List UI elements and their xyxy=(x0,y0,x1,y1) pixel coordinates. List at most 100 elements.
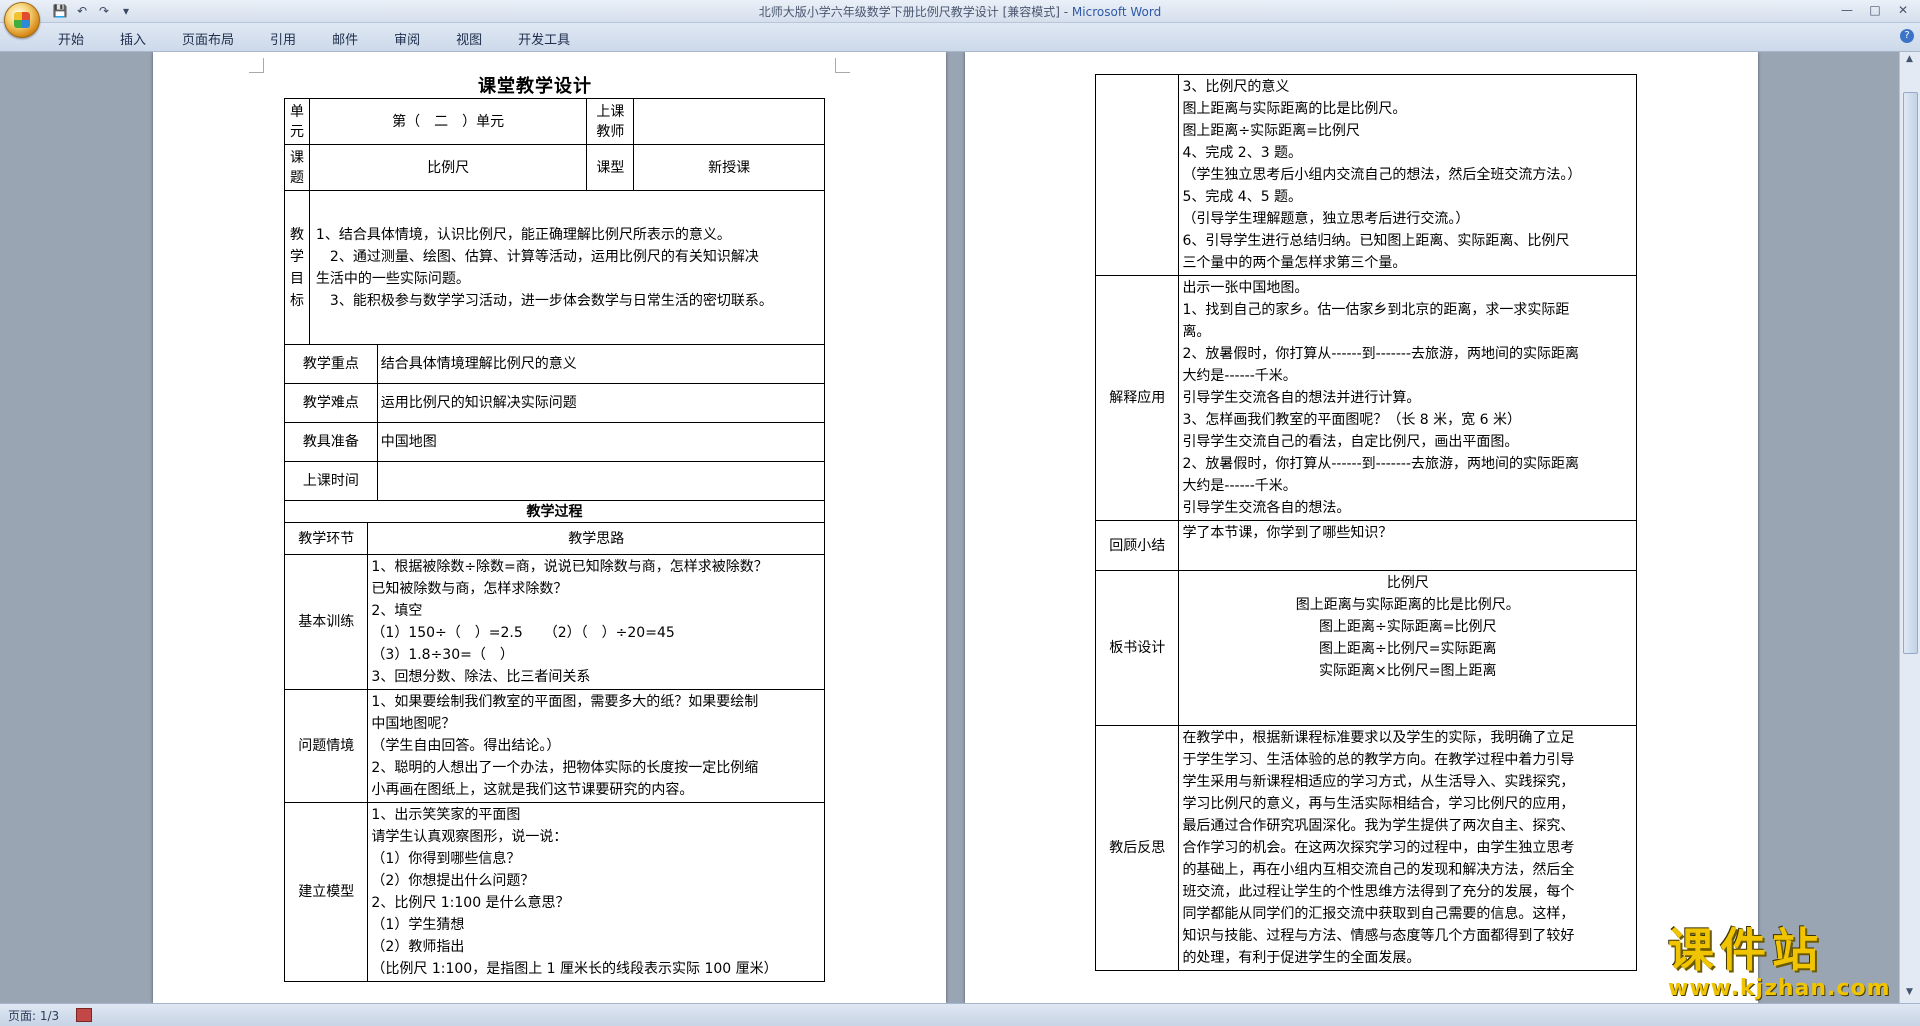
doc-title: 课堂教学设计 xyxy=(478,76,592,97)
difficulty-label: 教学难点 xyxy=(284,383,378,423)
stage-content: 1、根据被除数÷除数=商，说说已知除数与商，怎样求被除数？ 已知被除数与商，怎样… xyxy=(367,554,825,690)
tab-home[interactable]: 开始 xyxy=(58,29,84,48)
content-line: 3、怎样画我们教室的平面图呢？（长 8 米，宽 6 米） xyxy=(1182,412,1521,428)
goal-text: 1、结合具体情境，认识比例尺，能正确理解比例尺所表示的意义。 2、通过测量、绘图… xyxy=(308,190,826,345)
stage-content: 1、出示笑笑家的平面图 请学生认真观察图形，说一说： （1）你得到哪些信息？ （… xyxy=(367,802,825,982)
col-idea-header: 教学思路 xyxy=(367,522,825,555)
content-line: 最后通过合作研究巩固深化。我为学生提供了两次自主、探究、 xyxy=(1182,818,1575,834)
lesson-info-table: 单元 第（ 二 ）单元 上课教师 课题 比例尺 课型 新授课 教学目标 1、结合… xyxy=(284,98,826,501)
tab-review[interactable]: 审阅 xyxy=(394,29,420,48)
scroll-down-icon[interactable]: ▼ xyxy=(1902,987,1917,1001)
margin-mark xyxy=(249,58,264,73)
content-line: 2、填空 xyxy=(371,603,423,619)
logo-url: www.kjzhan.com xyxy=(1668,976,1891,1001)
content-line: 小再画在图纸上，这就是我们这节课要研究的内容。 xyxy=(371,782,694,798)
watermark-logo: 课件站 www.kjzhan.com xyxy=(1668,924,1904,1004)
content-line: 已知被除数与商，怎样求除数？ xyxy=(371,581,568,597)
key-value: 结合具体情境理解比例尺的意义 xyxy=(376,344,826,384)
content-line: 2、放暑假时，你打算从------到-------去旅游，两地间的实际距离 xyxy=(1182,346,1580,362)
status-bar: 页面: 1/3 xyxy=(0,1003,1920,1026)
content-line: 在教学中，根据新课程标准要求以及学生的实际，我明确了立足 xyxy=(1182,730,1575,746)
content-line: 2、比例尺 1:100 是什么意思？ xyxy=(371,895,570,911)
process-title: 教学过程 xyxy=(284,500,825,523)
tab-developer[interactable]: 开发工具 xyxy=(518,29,570,48)
content-line: 6、引导学生进行总结归纳。已知图上距离、实际距离、比例尺 xyxy=(1182,233,1570,249)
content-line: 出示一张中国地图。 xyxy=(1182,280,1309,296)
goal-line: 生活中的一些实际问题。 xyxy=(315,270,470,287)
document-page-1[interactable]: 课堂教学设计 单元 第（ 二 ）单元 上课教师 课题 比例尺 课型 新授课 教学… xyxy=(153,52,946,1003)
tab-page-layout[interactable]: 页面布局 xyxy=(182,29,234,48)
content-line: （学生独立思考后小组内交流自己的想法，然后全班交流方法。） xyxy=(1182,167,1582,183)
content-line: （1）学生猜想 xyxy=(371,917,465,933)
stage-label: 解释应用 xyxy=(1094,275,1180,521)
page-indicator[interactable]: 页面: 1/3 xyxy=(8,1007,59,1024)
content-line: 请学生认真观察图形，说一说： xyxy=(371,829,568,845)
app-name: Microsoft Word xyxy=(1071,5,1162,19)
proofing-icon[interactable] xyxy=(76,1008,92,1022)
close-icon[interactable]: ✕ xyxy=(1890,1,1916,19)
content-line: 的基础上，再在小组内互相交流自己的发现和解决方法，然后全 xyxy=(1182,862,1575,878)
teacher-label: 上课教师 xyxy=(586,98,635,145)
goal-line: 3、能积极参与数学学习活动，进一步体会数学与日常生活的密切联系。 xyxy=(315,292,773,309)
office-button[interactable] xyxy=(4,2,40,38)
process-table-continued: 3、比例尺的意义 图上距离与实际距离的比是比例尺。 图上距离÷实际距离=比例尺 … xyxy=(1094,74,1637,971)
content-line: 中国地图呢？ xyxy=(371,716,456,732)
content-line: 大约是------千米。 xyxy=(1182,368,1297,384)
stage-label: 回顾小结 xyxy=(1094,520,1180,571)
content-line: 3、比例尺的意义 xyxy=(1182,79,1290,95)
topic-value: 比例尺 xyxy=(308,144,588,191)
stage-content: 3、比例尺的意义 图上距离与实际距离的比是比例尺。 图上距离÷实际距离=比例尺 … xyxy=(1178,74,1637,276)
key-label: 教学重点 xyxy=(284,344,378,384)
type-value: 新授课 xyxy=(633,144,825,191)
content-line: 学生采用与新课程相适应的学习方式，从生活导入、实践探究， xyxy=(1182,774,1575,790)
content-line: 实际距离×比例尺=图上距离 xyxy=(1318,663,1497,679)
minimize-icon[interactable]: — xyxy=(1834,1,1860,19)
stage-content: 比例尺 图上距离与实际距离的比是比例尺。 图上距离÷实际距离=比例尺 图上距离÷… xyxy=(1178,570,1637,726)
teacher-value xyxy=(633,98,825,145)
scroll-up-icon[interactable]: ▲ xyxy=(1902,54,1917,68)
content-line: 1、根据被除数÷除数=商，说说已知除数与商，怎样求被除数？ xyxy=(371,559,768,575)
type-label: 课型 xyxy=(586,144,635,191)
content-line: 图上距离与实际距离的比是比例尺。 xyxy=(1182,101,1407,117)
tab-insert[interactable]: 插入 xyxy=(120,29,146,48)
time-label: 上课时间 xyxy=(284,461,378,501)
content-line: （学生自由回答。得出结论。） xyxy=(371,738,561,754)
content-line: 同学都能从同学们的汇报交流中获取到自己需要的信息。这样， xyxy=(1182,906,1575,922)
margin-mark xyxy=(835,58,850,73)
stage-label: 教后反思 xyxy=(1094,725,1180,971)
ribbon: 开始 插入 页面布局 引用 邮件 审阅 视图 开发工具 ? xyxy=(0,23,1920,52)
content-line: 引导学生交流自己的看法，自定比例尺，画出平面图。 xyxy=(1182,434,1519,450)
content-line: 引导学生交流各自的想法并进行计算。 xyxy=(1182,390,1421,406)
unit-label: 单元 xyxy=(284,98,310,145)
content-line: 图上距离÷实际距离=比例尺 xyxy=(1182,123,1360,139)
content-line: 三个量中的两个量怎样求第三个量。 xyxy=(1182,255,1407,271)
stage-label: 建立模型 xyxy=(283,802,369,982)
document-page-2[interactable]: 3、比例尺的意义 图上距离与实际距离的比是比例尺。 图上距离÷实际距离=比例尺 … xyxy=(965,52,1758,1003)
goal-line: 2、通过测量、绘图、估算、计算等活动，运用比例尺的有关知识解决 xyxy=(315,248,759,265)
content-line: 引导学生交流各自的想法。 xyxy=(1182,500,1351,516)
content-line: 比例尺 xyxy=(1386,575,1429,591)
content-line: 图上距离÷比例尺=实际距离 xyxy=(1318,641,1497,657)
tab-mailings[interactable]: 邮件 xyxy=(332,29,358,48)
document-area[interactable]: 课堂教学设计 单元 第（ 二 ）单元 上课教师 课题 比例尺 课型 新授课 教学… xyxy=(0,52,1900,1003)
tab-references[interactable]: 引用 xyxy=(270,29,296,48)
content-line: 3、回想分数、除法、比三者间关系 xyxy=(371,669,591,685)
content-line: 图上距离与实际距离的比是比例尺。 xyxy=(1295,597,1520,613)
content-line: 4、完成 2、3 题。 xyxy=(1182,145,1303,161)
vertical-scrollbar[interactable]: ▲ ▼ xyxy=(1899,52,1920,1003)
content-line: 合作学习的机会。在这两次探究学习的过程中，由学生独立思考 xyxy=(1182,840,1575,856)
stage-label: 问题情境 xyxy=(283,689,369,803)
content-line: 班交流，此过程让学生的个性思维方法得到了充分的发展，每个 xyxy=(1182,884,1575,900)
goal-label: 教学目标 xyxy=(284,190,310,345)
stage-label: 基本训练 xyxy=(283,554,369,690)
difficulty-value: 运用比例尺的知识解决实际问题 xyxy=(376,383,826,423)
content-line: 知识与技能、过程与方法、情感与态度等几个方面都得到了较好 xyxy=(1182,928,1575,944)
stage-content: 学了本节课，你学到了哪些知识？ xyxy=(1178,520,1637,571)
tab-view[interactable]: 视图 xyxy=(456,29,482,48)
maximize-icon[interactable]: □ xyxy=(1862,1,1888,19)
scrollbar-thumb[interactable] xyxy=(1903,92,1918,654)
content-line: 2、放暑假时，你打算从------到-------去旅游，两地间的实际距离 xyxy=(1182,456,1580,472)
stage-content: 出示一张中国地图。 1、找到自己的家乡。估一估家乡到北京的距离，求一求实际距 离… xyxy=(1178,275,1637,521)
help-icon[interactable]: ? xyxy=(1900,29,1914,43)
prep-label: 教具准备 xyxy=(284,422,378,462)
